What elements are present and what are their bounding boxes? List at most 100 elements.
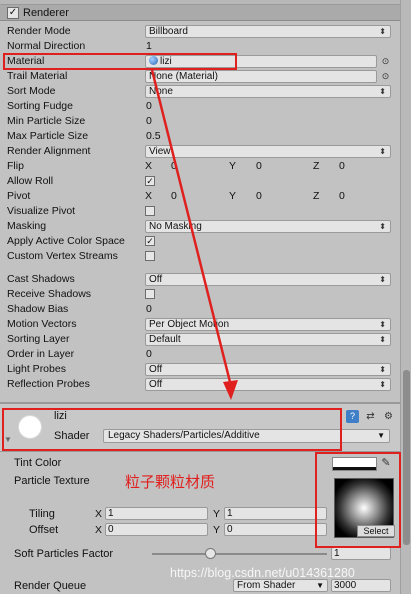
sorting-layer-label: Sorting Layer <box>7 333 70 345</box>
row-custom-vertex-streams: Custom Vertex Streams <box>0 249 400 264</box>
trail-material-label: Trail Material <box>7 70 68 82</box>
masking-label: Masking <box>7 220 47 232</box>
order-in-layer-field[interactable]: 0 <box>146 348 152 360</box>
flip-x-field[interactable]: 0 <box>171 160 177 172</box>
cast-shadows-dropdown[interactable]: Off ⬍ <box>145 273 391 286</box>
offset-x-field[interactable]: 0 <box>105 523 208 536</box>
preset-sliders-icon[interactable]: ⇄ <box>364 410 377 423</box>
normal-direction-field[interactable]: 1 <box>146 40 152 52</box>
flip-z-field[interactable]: 0 <box>339 160 345 172</box>
dropdown-arrows-icon: ⬍ <box>379 335 386 344</box>
render-alignment-dropdown[interactable]: View ⬍ <box>145 145 391 158</box>
row-masking: Masking No Masking ⬍ <box>0 219 400 234</box>
min-particle-size-field[interactable]: 0 <box>146 115 152 127</box>
light-probes-label: Light Probes <box>7 363 66 375</box>
tiling-x-field[interactable]: 1 <box>105 507 208 520</box>
row-trail-material: Trail Material None (Material) ⊙ <box>0 69 400 84</box>
sorting-fudge-label: Sorting Fudge <box>7 100 73 112</box>
render-alignment-label: Render Alignment <box>7 145 91 157</box>
flip-label: Flip <box>7 160 24 172</box>
receive-shadows-checkbox[interactable] <box>145 289 155 299</box>
soft-particles-slider-knob[interactable] <box>205 548 216 559</box>
row-normal-direction: Normal Direction 1 <box>0 39 400 54</box>
row-cast-shadows: Cast Shadows Off ⬍ <box>0 272 400 287</box>
pivot-z-axis-label: Z <box>313 190 320 202</box>
soft-particles-label: Soft Particles Factor <box>14 548 114 560</box>
min-particle-size-label: Min Particle Size <box>7 115 86 127</box>
object-picker-icon[interactable]: ⊙ <box>380 71 391 82</box>
reflection-probes-dropdown[interactable]: Off ⬍ <box>145 378 391 391</box>
sorting-layer-dropdown[interactable]: Default ⬍ <box>145 333 391 346</box>
dropdown-arrows-icon: ⬍ <box>379 320 386 329</box>
row-reflection-probes: Reflection Probes Off ⬍ <box>0 377 400 392</box>
motion-vectors-label: Motion Vectors <box>7 318 77 330</box>
dropdown-arrows-icon: ⬍ <box>379 380 386 389</box>
normal-direction-label: Normal Direction <box>7 40 86 52</box>
tint-color-label: Tint Color <box>14 457 62 469</box>
visualize-pivot-label: Visualize Pivot <box>7 205 76 217</box>
render-queue-value-field[interactable]: 3000 <box>331 579 391 592</box>
apply-active-color-space-checkbox[interactable]: ✓ <box>145 236 155 246</box>
cast-shadows-label: Cast Shadows <box>7 273 75 285</box>
trail-material-value: None (Material) <box>149 71 218 82</box>
sort-mode-dropdown[interactable]: None ⬍ <box>145 85 391 98</box>
shadow-bias-label: Shadow Bias <box>7 303 69 315</box>
dropdown-arrows-icon: ⬍ <box>379 87 386 96</box>
renderer-enabled-checkbox[interactable]: ✓ <box>7 7 19 19</box>
offset-y-axis-label: Y <box>213 524 221 536</box>
row-apply-active-color-space: Apply Active Color Space ✓ <box>0 234 400 249</box>
pivot-y-field[interactable]: 0 <box>256 190 262 202</box>
renderer-module-header[interactable]: ✓ Renderer <box>0 5 400 21</box>
pivot-label: Pivot <box>7 190 31 202</box>
render-queue-mode-value: From Shader <box>237 580 296 591</box>
particle-texture-label: Particle Texture <box>14 475 90 487</box>
flip-x-axis-label: X <box>145 160 153 172</box>
render-mode-label: Render Mode <box>7 25 71 37</box>
row-render-mode: Render Mode Billboard ⬍ <box>0 24 400 39</box>
custom-vertex-streams-checkbox[interactable] <box>145 251 155 261</box>
offset-y-field[interactable]: 0 <box>224 523 327 536</box>
dropdown-arrows-icon: ⬍ <box>379 365 386 374</box>
allow-roll-checkbox[interactable]: ✓ <box>145 176 155 186</box>
trail-material-object-field[interactable]: None (Material) <box>145 70 377 83</box>
visualize-pivot-checkbox[interactable] <box>145 206 155 216</box>
masking-value: No Masking <box>149 221 202 232</box>
row-motion-vectors: Motion Vectors Per Object Motion ⬍ <box>0 317 400 332</box>
pivot-x-axis-label: X <box>145 190 153 202</box>
render-mode-dropdown[interactable]: Billboard ⬍ <box>145 25 391 38</box>
apply-active-color-space-label: Apply Active Color Space <box>7 235 125 247</box>
row-receive-shadows: Receive Shadows <box>0 287 400 302</box>
flip-y-field[interactable]: 0 <box>256 160 262 172</box>
scrollbar-thumb[interactable] <box>403 370 410 545</box>
allow-roll-label: Allow Roll <box>7 175 54 187</box>
light-probes-value: Off <box>149 364 163 375</box>
chevron-down-icon: ▼ <box>316 581 324 590</box>
max-particle-size-field[interactable]: 0.5 <box>146 130 161 142</box>
motion-vectors-dropdown[interactable]: Per Object Motion ⬍ <box>145 318 391 331</box>
row-allow-roll: Allow Roll ✓ <box>0 174 400 189</box>
gear-icon[interactable]: ⚙ <box>382 410 395 423</box>
pivot-x-field[interactable]: 0 <box>171 190 177 202</box>
object-picker-icon[interactable]: ⊙ <box>380 56 391 67</box>
soft-particles-value-field[interactable]: 1 <box>331 547 391 560</box>
shadow-bias-field[interactable]: 0 <box>146 303 152 315</box>
inspector-scrollbar[interactable] <box>400 0 411 594</box>
motion-vectors-value: Per Object Motion <box>149 319 230 330</box>
masking-dropdown[interactable]: No Masking ⬍ <box>145 220 391 233</box>
help-book-icon[interactable]: ? <box>346 410 359 423</box>
tiling-label: Tiling <box>29 508 55 520</box>
soft-particles-slider-track[interactable] <box>152 553 327 555</box>
flip-z-axis-label: Z <box>313 160 320 172</box>
chevron-down-icon: ▼ <box>377 431 385 440</box>
light-probes-dropdown[interactable]: Off ⬍ <box>145 363 391 376</box>
sorting-fudge-field[interactable]: 0 <box>146 100 152 112</box>
render-queue-mode-dropdown[interactable]: From Shader ▼ <box>233 579 328 592</box>
render-queue-label: Render Queue <box>14 580 87 592</box>
render-alignment-value: View <box>149 146 171 157</box>
tiling-y-field[interactable]: 1 <box>224 507 327 520</box>
material-highlight-box <box>3 53 237 70</box>
row-order-in-layer: Order in Layer 0 <box>0 347 400 362</box>
tiling-x-axis-label: X <box>95 508 103 520</box>
pivot-z-field[interactable]: 0 <box>339 190 345 202</box>
row-sorting-layer: Sorting Layer Default ⬍ <box>0 332 400 347</box>
